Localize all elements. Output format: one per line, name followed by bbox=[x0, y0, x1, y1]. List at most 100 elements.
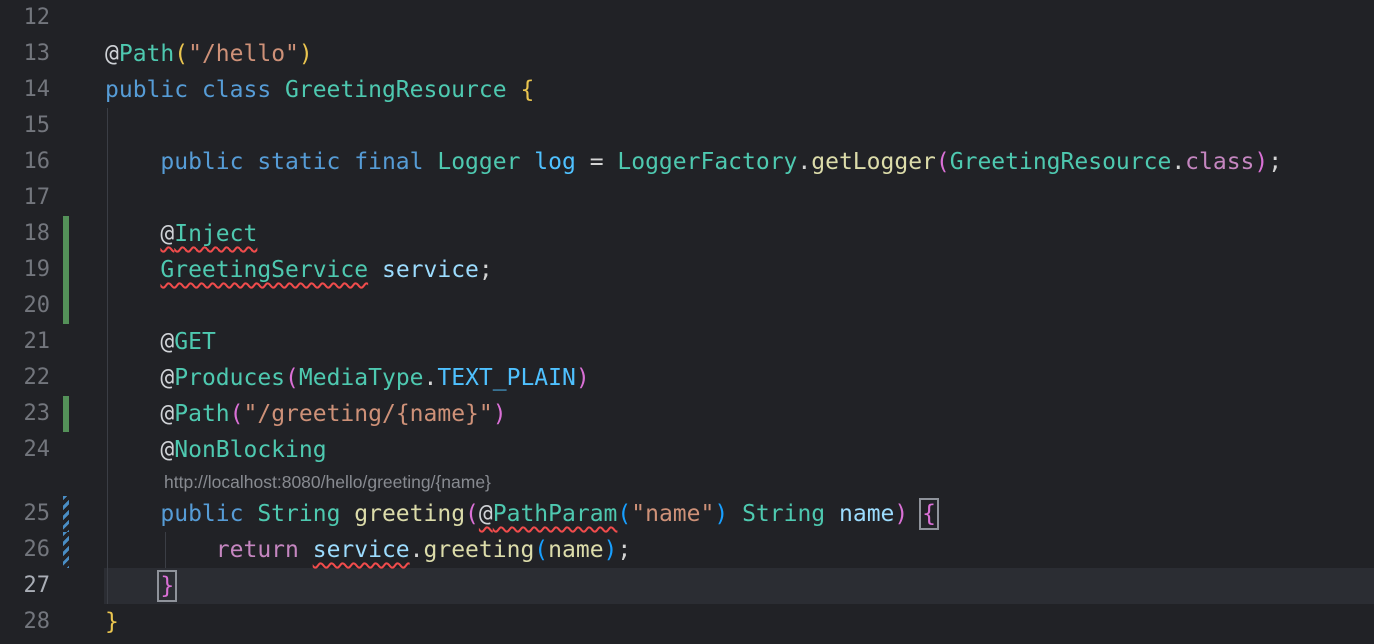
token-type: PathParam bbox=[493, 501, 618, 527]
token-const: log bbox=[534, 149, 576, 175]
gutter-change-marker[interactable] bbox=[63, 252, 69, 288]
code-row-12[interactable]: 12 bbox=[0, 0, 1374, 36]
line-number[interactable]: 26 bbox=[0, 532, 50, 568]
token-method: getLogger bbox=[811, 149, 936, 175]
line-number[interactable]: 25 bbox=[0, 496, 50, 532]
token-ctrl: class bbox=[1185, 149, 1254, 175]
code-row-17[interactable]: 17 bbox=[0, 180, 1374, 216]
code-row-26[interactable]: 26 return service.greeting(name); bbox=[0, 532, 1374, 568]
code-line-text: public static final Logger log = LoggerF… bbox=[105, 144, 1282, 180]
token-var: service bbox=[313, 537, 410, 563]
token-b3: ( bbox=[617, 501, 631, 527]
token-type: String bbox=[257, 501, 354, 527]
code-row-20[interactable]: 20 bbox=[0, 288, 1374, 324]
gutter-striped-marker[interactable] bbox=[63, 496, 69, 532]
code-row-15[interactable]: 15 bbox=[0, 108, 1374, 144]
line-number[interactable]: 12 bbox=[0, 0, 50, 36]
token-default bbox=[105, 573, 160, 599]
token-at: @ bbox=[479, 501, 493, 527]
token-default: . bbox=[797, 149, 811, 175]
code-line-text: @GET bbox=[105, 324, 216, 360]
token-b2: ( bbox=[936, 149, 950, 175]
gutter-change-marker[interactable] bbox=[63, 288, 69, 324]
code-row-27[interactable]: 27 } bbox=[0, 568, 1374, 604]
token-default bbox=[105, 501, 160, 527]
token-at: @ bbox=[160, 365, 174, 391]
token-default: ; bbox=[1268, 149, 1282, 175]
code-line-text: @Path("/hello") bbox=[105, 36, 313, 72]
code-line-text: GreetingService service; bbox=[105, 252, 493, 288]
token-default: . bbox=[410, 537, 424, 563]
code-row-13[interactable]: 13 @Path("/hello") bbox=[0, 36, 1374, 72]
code-editor[interactable]: 1213@Path("/hello")14public class Greeti… bbox=[0, 0, 1374, 644]
gutter-change-marker[interactable] bbox=[63, 396, 69, 432]
code-row-23[interactable]: 23 @Path("/greeting/{name}") bbox=[0, 396, 1374, 432]
token-b3: ) bbox=[714, 501, 728, 527]
code-row-25[interactable]: 25 public String greeting(@PathParam("na… bbox=[0, 496, 1374, 532]
token-type: GreetingService bbox=[160, 257, 368, 283]
token-at: @ bbox=[105, 41, 119, 67]
token-default bbox=[105, 401, 160, 427]
token-type: Produces bbox=[174, 365, 285, 391]
token-str: "/hello" bbox=[188, 41, 299, 67]
code-line-text: return service.greeting(name); bbox=[105, 532, 631, 568]
code-row-14[interactable]: 14 public class GreetingResource { bbox=[0, 72, 1374, 108]
token-default bbox=[908, 501, 922, 527]
token-default: ; bbox=[479, 257, 493, 283]
token-method: name bbox=[548, 537, 603, 563]
token-b2: ( bbox=[465, 501, 479, 527]
token-type: Inject bbox=[174, 221, 257, 247]
token-b1: { bbox=[520, 77, 534, 103]
token-default bbox=[728, 501, 742, 527]
token-default bbox=[105, 365, 160, 391]
code-row-19[interactable]: 19 GreetingService service; bbox=[0, 252, 1374, 288]
line-number[interactable]: 22 bbox=[0, 360, 50, 396]
line-number[interactable]: 13 bbox=[0, 36, 50, 72]
token-type: NonBlocking bbox=[174, 437, 326, 463]
token-var: service bbox=[382, 257, 479, 283]
code-line-text: @Produces(MediaType.TEXT_PLAIN) bbox=[105, 360, 590, 396]
code-line-text: @Inject bbox=[105, 216, 257, 252]
token-type: MediaType bbox=[299, 365, 424, 391]
line-number[interactable]: 18 bbox=[0, 216, 50, 252]
line-number[interactable]: 27 bbox=[0, 568, 50, 604]
code-line-text: public class GreetingResource { bbox=[105, 72, 534, 108]
token-at: @ bbox=[160, 221, 174, 247]
code-row-21[interactable]: 21 @GET bbox=[0, 324, 1374, 360]
token-b3: ( bbox=[534, 537, 548, 563]
line-number[interactable]: 28 bbox=[0, 604, 50, 640]
code-row-24[interactable]: 24 @NonBlocking bbox=[0, 432, 1374, 468]
line-number[interactable]: 20 bbox=[0, 288, 50, 324]
line-number[interactable]: 14 bbox=[0, 72, 50, 108]
token-default: ; bbox=[617, 537, 631, 563]
line-number[interactable]: 24 bbox=[0, 432, 50, 468]
token-b3: ) bbox=[604, 537, 618, 563]
token-var: name bbox=[839, 501, 894, 527]
token-default: = bbox=[576, 149, 618, 175]
token-ctrl: return bbox=[216, 537, 313, 563]
code-row-18[interactable]: 18 @Inject bbox=[0, 216, 1374, 252]
code-line-text: public String greeting(@PathParam("name"… bbox=[105, 496, 936, 532]
token-at: @ bbox=[160, 329, 174, 355]
line-number[interactable]: 15 bbox=[0, 108, 50, 144]
line-number[interactable]: 16 bbox=[0, 144, 50, 180]
inlay-hint-url[interactable]: http://localhost:8080/hello/greeting/{na… bbox=[164, 468, 491, 496]
line-number[interactable]: 17 bbox=[0, 180, 50, 216]
token-b1: ) bbox=[299, 41, 313, 67]
token-default bbox=[105, 221, 160, 247]
token-type: Path bbox=[174, 401, 229, 427]
line-number[interactable]: 23 bbox=[0, 396, 50, 432]
token-kw: public class bbox=[105, 77, 285, 103]
token-default bbox=[105, 149, 160, 175]
line-number[interactable]: 19 bbox=[0, 252, 50, 288]
token-str: "/greeting/{name}" bbox=[244, 401, 493, 427]
code-row-22[interactable]: 22 @Produces(MediaType.TEXT_PLAIN) bbox=[0, 360, 1374, 396]
code-row-16[interactable]: 16 public static final Logger log = Logg… bbox=[0, 144, 1374, 180]
code-row-28[interactable]: 28} bbox=[0, 604, 1374, 640]
code-line-text: @NonBlocking bbox=[105, 432, 327, 468]
gutter-change-marker[interactable] bbox=[63, 216, 69, 252]
token-kw: public bbox=[160, 501, 257, 527]
gutter-striped-marker[interactable] bbox=[63, 532, 69, 568]
token-default bbox=[105, 437, 160, 463]
line-number[interactable]: 21 bbox=[0, 324, 50, 360]
